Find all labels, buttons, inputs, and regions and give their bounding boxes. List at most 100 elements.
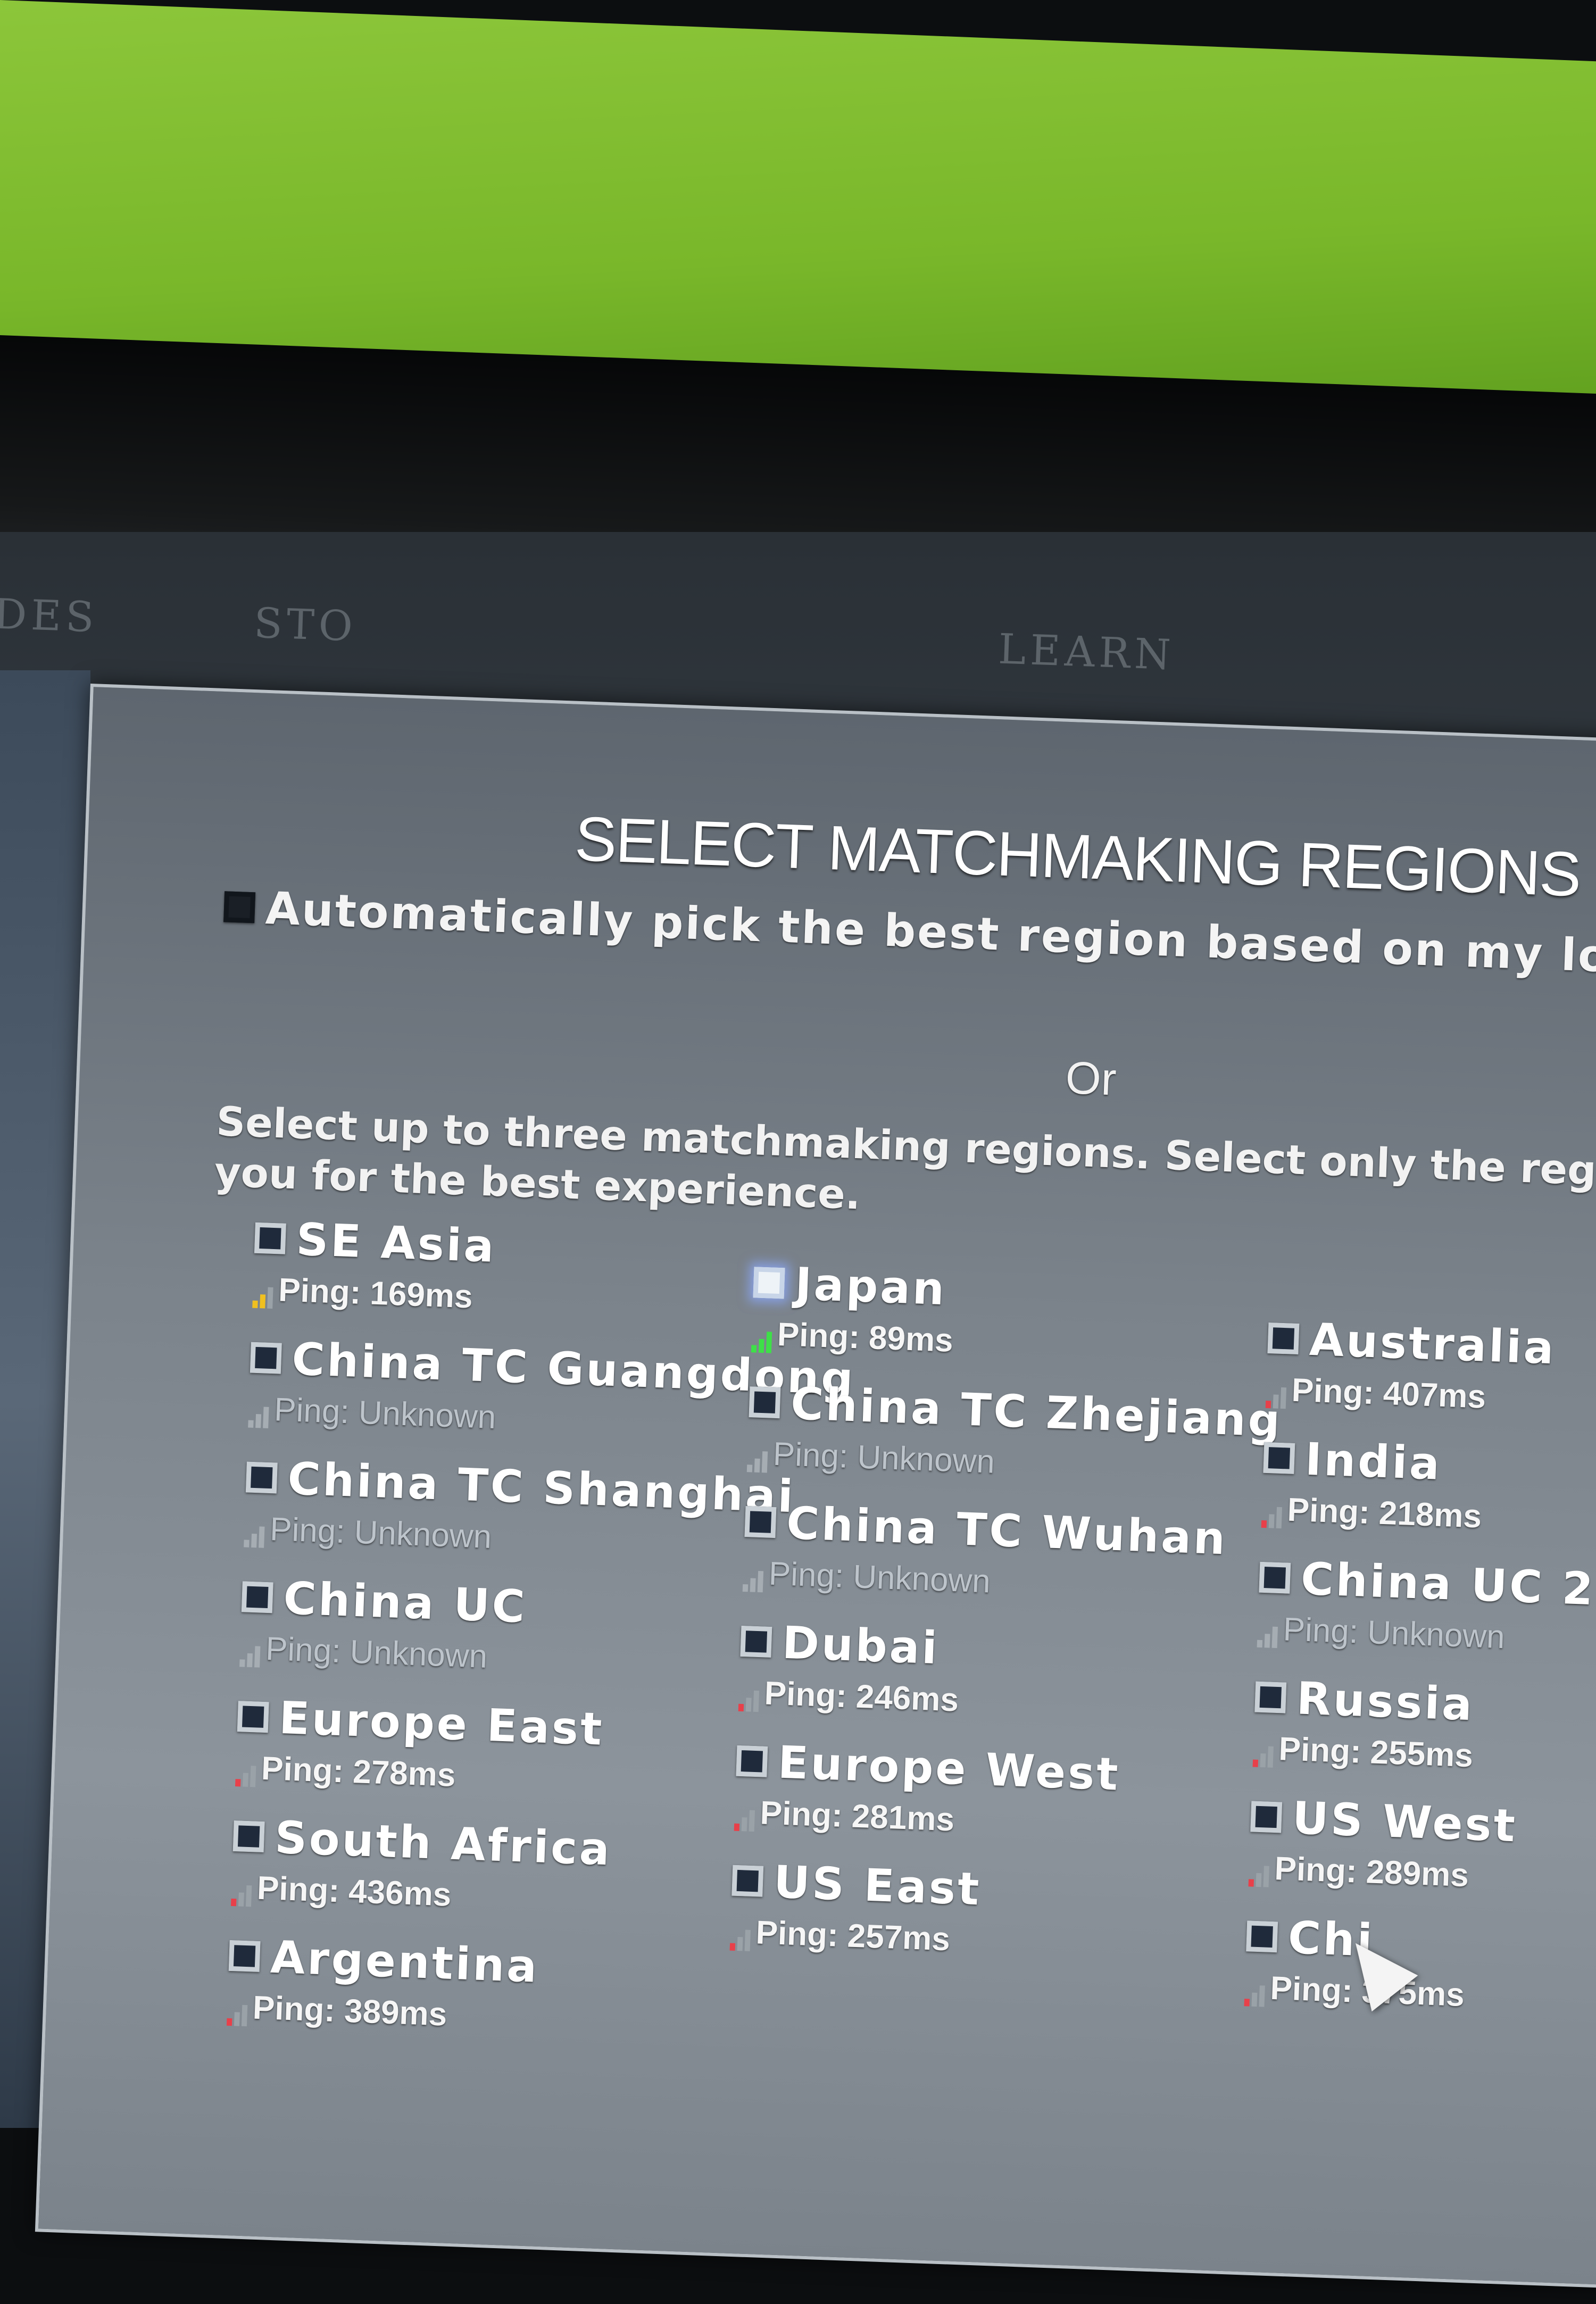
region-checkbox-china-tc-shanghai[interactable] — [245, 1461, 278, 1494]
signal-bars-icon — [252, 1286, 273, 1309]
signal-bars-icon — [239, 1644, 261, 1668]
region-option-china-uc[interactable]: China UC Ping: Unknown — [238, 1570, 774, 1709]
ping-value: Ping: 89ms — [776, 1316, 954, 1359]
region-option-argentina[interactable]: Argentina Ping: 389ms — [226, 1929, 761, 2068]
region-name: Europe East — [278, 1691, 605, 1756]
signal-bars-icon — [235, 1764, 256, 1787]
ping-value: Ping: Unknown — [265, 1630, 488, 1675]
region-option-us-west[interactable]: US West Ping: 289ms — [1248, 1790, 1596, 1929]
region-ping: Ping: 289ms — [1248, 1849, 1596, 1906]
signal-bars-icon — [1261, 1505, 1283, 1529]
region-name: Australia — [1308, 1313, 1557, 1375]
region-option-russia[interactable]: Russia Ping: 255ms — [1252, 1671, 1596, 1810]
signal-bars-icon — [734, 1809, 755, 1832]
region-checkbox-south-africa[interactable] — [232, 1820, 265, 1853]
region-checkbox-australia[interactable] — [1267, 1322, 1300, 1355]
signal-bars-icon — [1252, 1744, 1274, 1768]
region-checkbox-chi[interactable] — [1246, 1920, 1278, 1953]
region-option-china-uc-2[interactable]: China UC 2 Ping: Unknown — [1256, 1551, 1596, 1690]
ping-value: Ping: 289ms — [1274, 1850, 1469, 1894]
region-checkbox-us-east[interactable] — [732, 1865, 764, 1897]
region-option-japan[interactable]: Japan Ping: 89ms — [750, 1256, 1286, 1395]
region-checkbox-us-west[interactable] — [1250, 1801, 1283, 1833]
ping-value: Ping: Unknown — [273, 1391, 497, 1436]
region-option-india[interactable]: India Ping: 218ms — [1260, 1432, 1596, 1570]
ping-value: Ping: 218ms — [1286, 1491, 1483, 1535]
region-checkbox-argentina[interactable] — [228, 1940, 261, 1972]
signal-bars-icon — [230, 1884, 252, 1907]
nav-item-learn[interactable]: LEARN — [998, 626, 1176, 680]
region-name: China UC — [282, 1572, 528, 1633]
region-option-china-tc-wuhan[interactable]: China TC Wuhan Ping: Unknown — [742, 1495, 1277, 1634]
signal-bars-icon — [751, 1330, 772, 1353]
ping-value: Ping: 407ms — [1291, 1371, 1487, 1416]
signal-bars-icon — [742, 1569, 764, 1593]
region-ping: Ping: 407ms — [1265, 1370, 1596, 1427]
region-option-dubai[interactable]: Dubai Ping: 246ms — [737, 1615, 1273, 1754]
ping-value: Ping: Unknown — [768, 1555, 991, 1600]
region-name: Dubai — [781, 1616, 941, 1675]
ping-value: Ping: 278ms — [261, 1750, 456, 1794]
region-option-china-tc-zhejiang[interactable]: China TC Zhejiang Ping: Unknown — [746, 1376, 1283, 1515]
region-name: US West — [1291, 1792, 1518, 1852]
region-checkbox-china-uc-2[interactable] — [1259, 1561, 1291, 1594]
region-checkbox-china-tc-wuhan[interactable] — [744, 1506, 777, 1538]
ping-value: Ping: 281ms — [759, 1794, 955, 1839]
region-option-chi[interactable]: Chi Ping: 375ms — [1243, 1910, 1596, 2049]
ping-value: Ping: 257ms — [755, 1914, 951, 1958]
region-name: India — [1304, 1433, 1443, 1490]
region-option-europe-west[interactable]: Europe West Ping: 281ms — [733, 1735, 1269, 1874]
region-option-se-asia[interactable]: SE Asia Ping: 169ms — [252, 1212, 787, 1351]
signal-bars-icon — [1248, 1864, 1269, 1887]
matchmaking-region-dialog: SELECT MATCHMAKING REGIONS Automatically… — [35, 684, 1596, 2289]
ping-value: Ping: Unknown — [269, 1511, 493, 1556]
ping-value: Ping: 255ms — [1278, 1731, 1474, 1775]
region-option-china-tc-shanghai[interactable]: China TC Shanghai Ping: Unknown — [243, 1451, 796, 1590]
signal-bars-icon — [738, 1689, 760, 1712]
region-ping: Ping: 218ms — [1261, 1490, 1596, 1547]
region-column-3: Australia Ping: 407ms India Ping: 218ms … — [1243, 1312, 1596, 2049]
region-option-australia[interactable]: Australia Ping: 407ms — [1265, 1312, 1596, 1451]
region-column-2: Japan Ping: 89ms China TC Zhejiang Ping:… — [729, 1256, 1286, 1993]
signal-bars-icon — [1257, 1625, 1278, 1648]
nav-item-store[interactable]: STO — [253, 600, 358, 651]
region-checkbox-india[interactable] — [1263, 1442, 1295, 1474]
region-ping: Ping: 255ms — [1252, 1729, 1596, 1786]
ping-value: Ping: Unknown — [1282, 1611, 1506, 1656]
region-column-1: SE Asia Ping: 169ms China TC Guangdong P… — [226, 1212, 856, 2068]
region-checkbox-europe-west[interactable] — [736, 1745, 768, 1777]
region-name: China UC 2 — [1300, 1552, 1596, 1616]
signal-bars-icon — [746, 1450, 768, 1473]
region-checkbox-japan[interactable] — [753, 1267, 785, 1299]
signal-bars-icon — [244, 1525, 265, 1548]
region-checkbox-dubai[interactable] — [740, 1625, 772, 1658]
region-checkbox-se-asia[interactable] — [254, 1222, 286, 1254]
region-checkbox-europe-east[interactable] — [237, 1701, 269, 1733]
ping-value: Ping: 436ms — [256, 1869, 452, 1914]
signal-bars-icon — [248, 1405, 269, 1428]
region-ping: Ping: 375ms — [1244, 1968, 1596, 2025]
ping-value: Ping: 246ms — [763, 1675, 960, 1719]
ping-value: Ping: 389ms — [252, 1989, 448, 2033]
region-checkbox-china-tc-guangdong[interactable] — [250, 1342, 282, 1374]
region-ping: Ping: Unknown — [1257, 1610, 1596, 1667]
region-option-us-east[interactable]: US East Ping: 257ms — [729, 1854, 1265, 1993]
region-name: Russia — [1295, 1672, 1475, 1731]
signal-bars-icon — [226, 2003, 248, 2027]
signal-bars-icon — [729, 1928, 751, 1951]
nav-item-heroes[interactable]: DES — [0, 590, 99, 642]
region-name: Argentina — [269, 1931, 540, 1993]
signal-bars-icon — [1265, 1386, 1287, 1409]
region-name: SE Asia — [295, 1213, 497, 1272]
ping-value: Ping: 169ms — [278, 1271, 473, 1316]
signal-bars-icon — [1244, 1984, 1265, 2007]
region-checkbox-china-uc[interactable] — [241, 1581, 273, 1613]
region-option-south-africa[interactable]: South Africa Ping: 436ms — [230, 1810, 766, 1949]
auto-pick-checkbox[interactable] — [223, 891, 256, 924]
region-checkbox-china-tc-zhejiang[interactable] — [749, 1386, 781, 1419]
ping-value: Ping: Unknown — [772, 1435, 996, 1480]
region-checkbox-russia[interactable] — [1254, 1681, 1287, 1714]
region-name: Japan — [794, 1258, 947, 1316]
region-option-europe-east[interactable]: Europe East Ping: 278ms — [234, 1690, 770, 1829]
region-option-china-tc-guangdong[interactable]: China TC Guangdong Ping: Unknown — [247, 1332, 856, 1470]
